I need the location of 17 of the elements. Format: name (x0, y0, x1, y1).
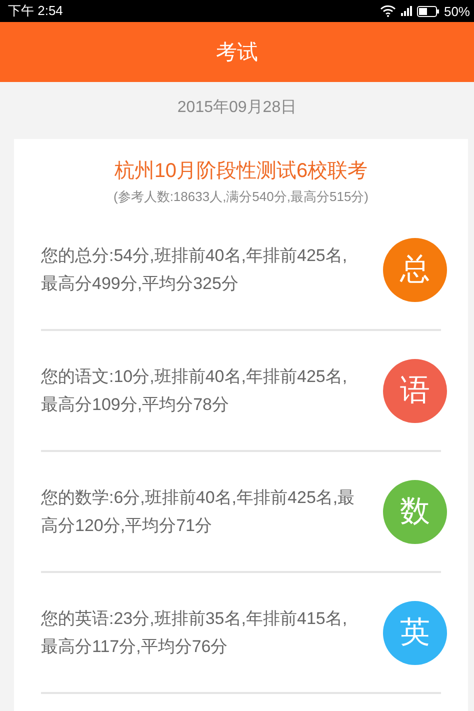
wifi-icon (380, 5, 396, 17)
score-summary: 您的英语:23分,班排前35名,年排前415名,最高分117分,平均分76分 (41, 608, 348, 658)
status-time: 下午 2:54 (8, 2, 63, 20)
subject-badge: 数 (383, 480, 447, 544)
exam-summary: (参考人数:18633人,满分540分,最高分515分) (113, 188, 369, 206)
subject-badge: 语 (383, 358, 447, 422)
score-summary: 您的总分:54分,班排前40名,年排前425名,最高分499分,平均分325分 (41, 244, 348, 294)
battery-level: 50% (444, 4, 470, 18)
exam-title: 杭州10月阶段性测试6校联考 (114, 159, 368, 184)
subject-badge: 总 (383, 238, 447, 302)
score-summary: 您的语文:10分,班排前40名,年排前425名,最高分109分,平均分78分 (41, 366, 348, 416)
subject-badge: 英 (383, 600, 447, 664)
battery-icon (416, 6, 439, 16)
signal-icon (400, 6, 412, 16)
exam-date: 2015年09月28日 (177, 98, 297, 118)
score-summary: 您的数学:6分,班排前40名,年排前425名,最高分120分,平均分71分 (41, 486, 356, 536)
header-title: 考试 (216, 40, 258, 66)
